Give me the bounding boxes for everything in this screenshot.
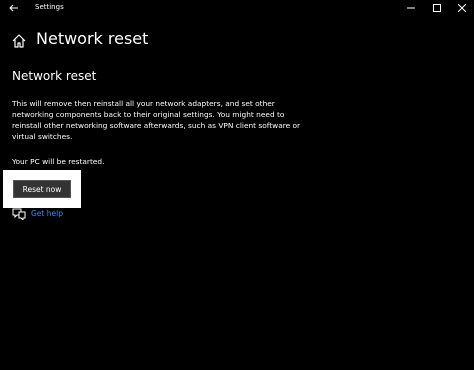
maximize-button[interactable]: [425, 0, 449, 16]
reset-now-button[interactable]: Reset now: [13, 180, 71, 198]
close-button[interactable]: [450, 0, 474, 16]
maximize-icon: [433, 4, 441, 12]
get-help-link[interactable]: Get help: [31, 209, 63, 218]
description-text: This will remove then reinstall all your…: [12, 99, 301, 141]
page-title: Network reset: [36, 29, 149, 48]
close-icon: [458, 4, 466, 12]
back-arrow-icon: [9, 4, 18, 12]
home-icon[interactable]: [11, 33, 27, 49]
minimize-icon: [407, 7, 415, 9]
title-bar: Settings: [0, 0, 474, 17]
app-title: Settings: [35, 3, 64, 11]
back-button[interactable]: [7, 2, 21, 14]
help-chat-icon: [12, 208, 26, 220]
restart-note: Your PC will be restarted.: [12, 157, 105, 166]
minimize-button[interactable]: [399, 0, 423, 16]
section-title: Network reset: [12, 69, 97, 83]
